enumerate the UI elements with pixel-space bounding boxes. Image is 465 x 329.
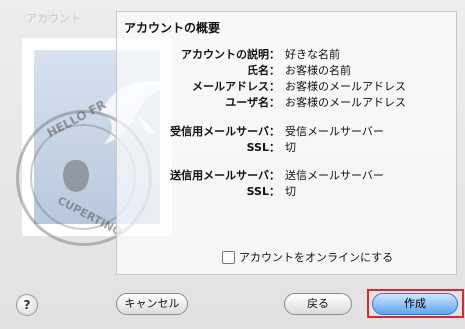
summary-row-incoming-server: 受信用メールサーバ： 受信メールサーバー: [0, 123, 465, 138]
summary-row-outgoing-server: 送信用メールサーバ： 送信メールサーバー: [0, 167, 465, 182]
account-setup-window: アカウント HELLO FR CUPERTINO アカウントの概要 アカウントの…: [0, 0, 465, 329]
summary-row-username: ユーザ名： お客様のメールアドレス: [0, 94, 465, 109]
summary-row-label: メールアドレス：: [192, 80, 280, 93]
summary-row-value: お客様の名前: [285, 64, 351, 77]
back-button[interactable]: 戻る: [284, 293, 352, 315]
online-checkbox-row[interactable]: アカウントをオンラインにする: [222, 250, 393, 264]
summary-row-value: 受信メールサーバー: [285, 125, 384, 138]
summary-row-label: SSL：: [246, 185, 280, 198]
help-button[interactable]: ?: [16, 294, 38, 316]
summary-row-account-description: アカウントの説明： 好きな名前: [0, 46, 465, 61]
create-button-highlight: [367, 289, 464, 318]
summary-title: アカウントの概要: [124, 21, 221, 35]
summary-row-label: ユーザ名：: [225, 96, 280, 109]
summary-row-value: お客様のメールアドレス: [285, 80, 406, 93]
online-checkbox-label: アカウントをオンラインにする: [239, 251, 394, 264]
summary-row-label: 受信用メールサーバ：: [170, 125, 280, 138]
online-checkbox[interactable]: [222, 250, 235, 264]
summary-row-value: 好きな名前: [285, 48, 340, 61]
summary-row-value: 切: [285, 185, 296, 198]
summary-row-incoming-ssl: SSL： 切: [0, 139, 465, 154]
summary-row-value: 送信メールサーバー: [285, 169, 384, 182]
summary-row-label: 氏名：: [247, 64, 280, 77]
summary-row-label: 送信用メールサーバ：: [170, 169, 280, 182]
summary-row-value: お客様のメールアドレス: [285, 96, 406, 109]
summary-row-full-name: 氏名： お客様の名前: [0, 62, 465, 77]
summary-row-value: 切: [285, 141, 296, 154]
summary-row-label: SSL：: [246, 141, 280, 154]
summary-row-email-address: メールアドレス： お客様のメールアドレス: [0, 78, 465, 93]
summary-row-label: アカウントの説明：: [181, 48, 280, 61]
summary-row-outgoing-ssl: SSL： 切: [0, 183, 465, 198]
cancel-button[interactable]: キャンセル: [116, 293, 188, 315]
